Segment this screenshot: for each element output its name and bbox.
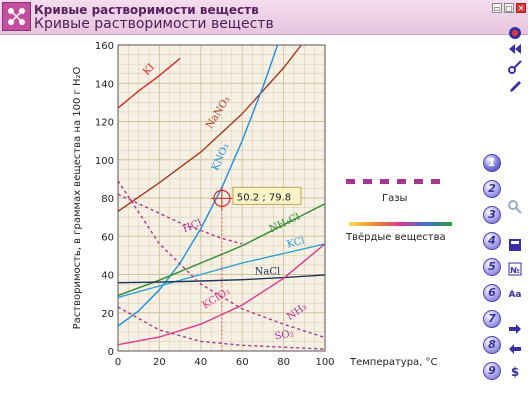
legend-gas-swatch	[363, 179, 372, 184]
stop-icon[interactable]	[508, 26, 522, 40]
y-tick-label: 40	[101, 271, 114, 282]
legend-gas-label: Газы	[382, 193, 407, 204]
magnifier-icon[interactable]	[508, 200, 522, 214]
svg-text:Aa: Aa	[508, 290, 521, 300]
x-tick-label: 100	[315, 357, 334, 368]
legend-gas-swatch	[431, 179, 440, 184]
x-tick-label: 0	[115, 357, 121, 368]
x-tick-label: 40	[194, 357, 207, 368]
minimize-button[interactable]: ▭	[492, 3, 502, 13]
key-icon[interactable]	[508, 60, 522, 74]
right-sidebar: 1 2 3 4 5 6 7 8 9 № Aa $	[478, 27, 528, 399]
step-button-6[interactable]: 6	[483, 284, 501, 302]
rewind-icon[interactable]	[508, 42, 522, 56]
legend-gas-swatch	[346, 179, 355, 184]
legend-gas-swatch	[397, 179, 406, 184]
x-tick-label: 80	[277, 357, 290, 368]
y-tick-label: 140	[95, 79, 114, 90]
step-button-7[interactable]: 7	[483, 310, 501, 328]
maximize-button[interactable]: ▢	[504, 3, 514, 13]
step-button-4[interactable]: 4	[483, 232, 501, 250]
dollar-icon[interactable]: $	[508, 364, 522, 378]
step-button-5[interactable]: 5	[483, 258, 501, 276]
arrow-left-icon[interactable]	[508, 342, 522, 356]
font-icon[interactable]: Aa	[508, 286, 522, 300]
legend-gas-swatch	[380, 179, 389, 184]
y-tick-label: 0	[108, 347, 114, 358]
arrow-right-icon[interactable]	[508, 322, 522, 336]
step-button-3[interactable]: 3	[483, 206, 501, 224]
x-tick-label: 20	[153, 357, 166, 368]
y-tick-label: 60	[101, 232, 114, 243]
y-tick-label: 20	[101, 309, 114, 320]
step-button-1[interactable]: 1	[483, 154, 501, 172]
number-icon[interactable]: №	[508, 262, 522, 276]
svg-text:$: $	[511, 365, 519, 378]
solubility-chart: KI NaNO₃ KNO₃ NH₄Cl KCl NaCl KClO₃ HCl NH₃ SO₂ 50.…	[0, 34, 478, 399]
window-title: Кривые растворимости веществ	[34, 3, 259, 17]
x-tick-label: 60	[236, 357, 249, 368]
title-bar: Кривые растворимости веществ Кривые раст…	[0, 0, 528, 35]
y-axis-label: Растворимость, в граммах вещества на 100…	[72, 66, 83, 329]
legend-gas-swatch	[414, 179, 423, 184]
calculator-icon[interactable]	[508, 238, 522, 252]
step-button-9[interactable]: 9	[483, 362, 501, 380]
series-label-5: NaCl	[255, 267, 281, 278]
y-tick-label: 120	[95, 118, 114, 129]
y-tick-label: 100	[95, 156, 114, 167]
y-tick-label: 160	[95, 41, 114, 52]
annotation-text: 50.2 ; 79.8	[237, 192, 291, 203]
app-logo-icon	[2, 2, 31, 31]
close-button[interactable]: ✕	[516, 3, 526, 13]
step-button-8[interactable]: 8	[483, 336, 501, 354]
x-axis-label: Температура, °C	[349, 357, 438, 368]
legend-solid-label: Твёрдые вещества	[345, 232, 446, 243]
legend-solid-swatch	[349, 222, 452, 226]
y-tick-label: 80	[101, 194, 114, 205]
svg-text:№: №	[510, 266, 520, 275]
step-button-2[interactable]: 2	[483, 180, 501, 198]
page-title: Кривые растворимости веществ	[34, 16, 274, 32]
chart-svg: KINaNO₃KNO₃NH₄ClKClNaClKClO₃HClNH₃SO₂50.…	[72, 41, 452, 368]
pencil-icon[interactable]	[508, 80, 522, 94]
